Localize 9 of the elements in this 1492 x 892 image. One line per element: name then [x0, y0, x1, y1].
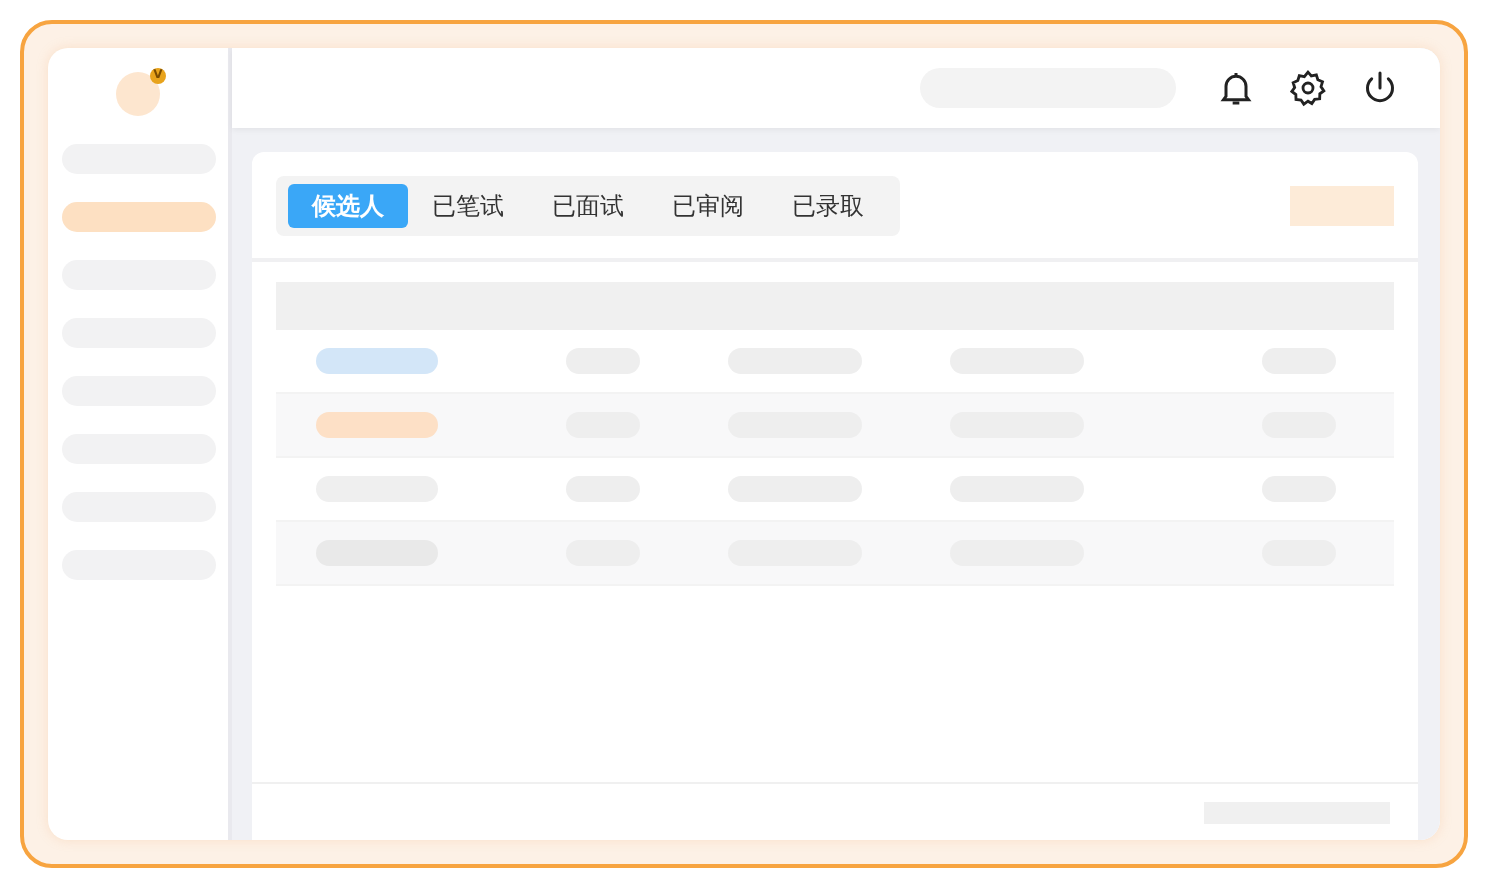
power-icon[interactable] — [1360, 68, 1400, 108]
tab[interactable]: 已笔试 — [408, 184, 528, 228]
settings-icon[interactable] — [1288, 68, 1328, 108]
tab[interactable]: 已面试 — [528, 184, 648, 228]
sidebar-item[interactable] — [61, 202, 215, 232]
tab[interactable]: 已审阅 — [648, 184, 768, 228]
tab[interactable]: 已录取 — [768, 184, 888, 228]
bell-icon[interactable] — [1216, 68, 1256, 108]
action-button[interactable] — [1290, 186, 1394, 226]
